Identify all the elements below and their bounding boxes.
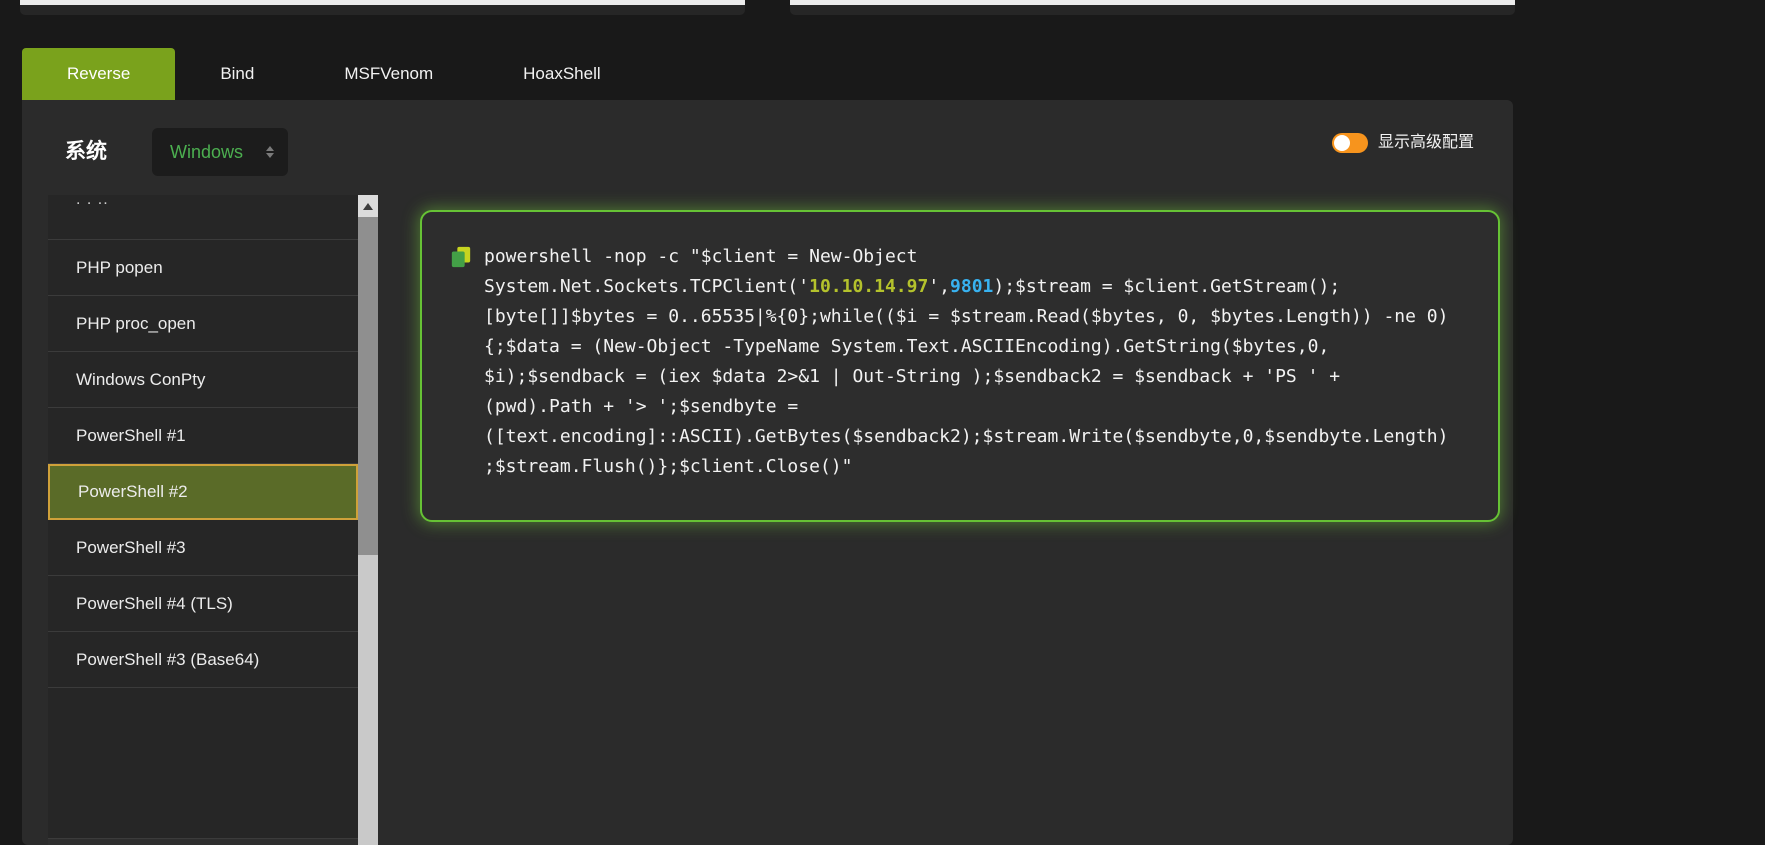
list-item-label: PHP proc_open: [76, 313, 196, 333]
list-item-label: PowerShell #1: [76, 425, 186, 445]
os-label: 系统: [65, 140, 107, 163]
payload-code-box: powershell -nop -c "$client = New-Object…: [420, 210, 1500, 522]
list-item-powershell-3[interactable]: PowerShell #3: [48, 520, 358, 576]
scrollbar-up-button[interactable]: [358, 195, 378, 217]
toggle-knob: [1334, 135, 1350, 151]
payload-list: . . .. PHP popen PHP proc_open Windows C…: [48, 195, 358, 845]
tab-msfvenom-label: MSFVenom: [344, 64, 434, 83]
list-item-powershell-2-selected[interactable]: PowerShell #2: [48, 464, 358, 520]
shell-code: powershell -nop -c "$client = New-Object…: [484, 246, 1449, 477]
list-item-label: PowerShell #3: [76, 537, 186, 557]
tab-bind-label: Bind: [220, 64, 255, 83]
top-panel-left: [20, 0, 745, 15]
list-item-label: Windows ConPty: [76, 369, 206, 389]
list-item-powershell-4-tls[interactable]: PowerShell #4 (TLS): [48, 576, 358, 632]
tab-hoaxshell[interactable]: HoaxShell: [478, 48, 646, 100]
advanced-config-label: 显示高级配置: [1378, 134, 1475, 151]
tab-reverse-label: Reverse: [67, 64, 131, 83]
list-item-php-popen[interactable]: PHP popen: [48, 240, 358, 296]
list-item-label: PowerShell #3 (Base64): [76, 649, 260, 669]
os-select[interactable]: Windows: [152, 128, 288, 176]
tab-msfvenom[interactable]: MSFVenom: [299, 48, 478, 100]
list-item-partial-bottom: [48, 838, 358, 845]
top-panel-right: [790, 0, 1515, 15]
tab-bind[interactable]: Bind: [175, 48, 299, 100]
list-item-label: PowerShell #2: [78, 482, 188, 501]
scrollbar-thumb[interactable]: [358, 217, 378, 555]
os-select-value: Windows: [170, 141, 244, 162]
list-item-clipped[interactable]: . . ..: [48, 195, 358, 240]
list-item-label: PowerShell #4 (TLS): [76, 593, 233, 613]
list-item-powershell-1[interactable]: PowerShell #1: [48, 408, 358, 464]
select-chevrons-icon: [266, 146, 274, 158]
list-item-windows-conpty[interactable]: Windows ConPty: [48, 352, 358, 408]
tab-hoaxshell-label: HoaxShell: [523, 64, 601, 83]
list-scrollbar[interactable]: [358, 195, 378, 845]
tab-reverse[interactable]: Reverse: [22, 48, 176, 100]
list-item-clipped-label: . . ..: [76, 195, 109, 208]
shell-type-tabs: Reverse Bind MSFVenom HoaxShell: [22, 48, 646, 100]
advanced-config-toggle[interactable]: [1332, 133, 1368, 153]
list-item-powershell-3-base64[interactable]: PowerShell #3 (Base64): [48, 632, 358, 688]
list-item-php-proc-open[interactable]: PHP proc_open: [48, 296, 358, 352]
page: Reverse Bind MSFVenom HoaxShell 系统 Windo…: [0, 0, 1765, 845]
list-item-label: PHP popen: [76, 257, 163, 277]
